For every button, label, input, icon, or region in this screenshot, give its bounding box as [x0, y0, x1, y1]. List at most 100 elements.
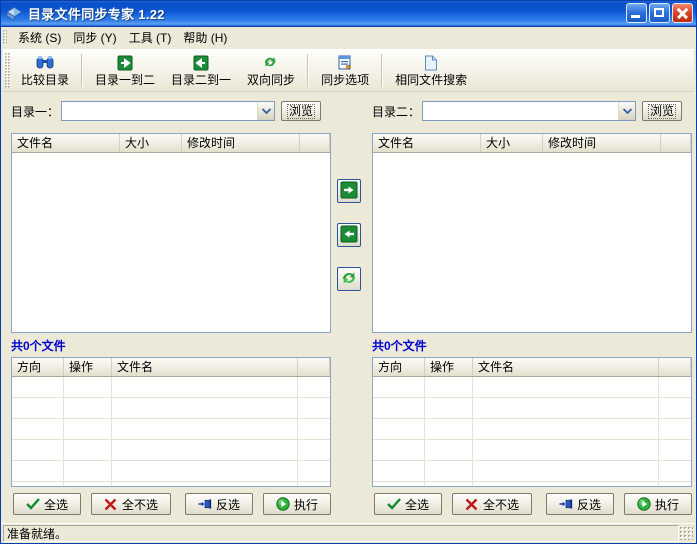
column-header-filename[interactable]: 文件名	[112, 358, 298, 376]
resize-grip-icon[interactable]	[679, 526, 693, 540]
arrow-left-icon	[340, 225, 358, 246]
options-list-icon	[334, 54, 356, 72]
chevron-down-icon[interactable]	[257, 102, 274, 120]
dir-two-operation-list[interactable]: 方向 操作 文件名	[372, 357, 692, 487]
column-header-direction[interactable]: 方向	[12, 358, 64, 376]
table-row[interactable]	[12, 461, 330, 482]
window-title: 目录文件同步专家 1.22	[28, 4, 165, 23]
column-header-size[interactable]: 大小	[120, 134, 182, 152]
column-header-operation[interactable]: 操作	[64, 358, 112, 376]
table-row[interactable]	[12, 398, 330, 419]
copy-left-to-right-button[interactable]	[337, 179, 361, 203]
table-row[interactable]	[12, 419, 330, 440]
toolbar-same-file-search-button[interactable]: 相同文件搜索	[387, 50, 475, 91]
table-row[interactable]	[373, 377, 691, 398]
toolbar-dir-one-to-two-button[interactable]: 目录一到二	[87, 50, 163, 91]
file-list-header: 文件名 大小 修改时间	[373, 134, 691, 153]
pin-icon	[559, 497, 573, 511]
dir-two-execute-button[interactable]: 执行	[624, 493, 692, 515]
sync-refresh-icon	[340, 269, 359, 290]
dir-two-count-label: 共0个文件	[372, 337, 427, 354]
sync-refresh-icon	[260, 54, 282, 72]
menu-sync[interactable]: 同步 (Y)	[67, 27, 122, 48]
dir-one-browse-button[interactable]: 浏览	[281, 101, 321, 121]
column-header-size[interactable]: 大小	[481, 134, 543, 152]
table-row[interactable]	[12, 482, 330, 487]
browse-label: 浏览	[648, 104, 676, 119]
column-header-filename[interactable]: 文件名	[473, 358, 659, 376]
cross-icon	[465, 497, 479, 511]
menu-grip-icon[interactable]	[3, 30, 7, 45]
close-button[interactable]	[672, 3, 693, 23]
column-header-filename[interactable]: 文件名	[12, 134, 120, 152]
dir-two-browse-button[interactable]: 浏览	[642, 101, 682, 121]
dir-one-file-list[interactable]: 文件名 大小 修改时间	[11, 133, 331, 333]
column-header-spare[interactable]	[661, 134, 691, 152]
dir-two-row: 目录二： 浏览	[372, 101, 692, 121]
arrow-right-icon	[114, 54, 136, 72]
dir-one-combo[interactable]	[61, 101, 275, 121]
menu-system[interactable]: 系统 (S)	[12, 27, 67, 48]
file-list-header: 文件名 大小 修改时间	[12, 134, 330, 153]
column-header-mtime[interactable]: 修改时间	[182, 134, 300, 152]
dir-one-deselect-all-button[interactable]: 全不选	[91, 493, 171, 515]
dir-two-combo[interactable]	[422, 101, 636, 121]
file-list-body[interactable]	[12, 153, 330, 333]
toolbar-dir-two-to-one-button[interactable]: 目录二到一	[163, 50, 239, 91]
play-icon	[637, 497, 651, 511]
dir-one-operation-list[interactable]: 方向 操作 文件名	[11, 357, 331, 487]
menu-tools[interactable]: 工具 (T)	[123, 27, 178, 48]
application-window: 目录文件同步专家 1.22 系统 (S) 同步 (Y) 工具 (T) 帮助 (H…	[0, 0, 697, 544]
table-row[interactable]	[373, 398, 691, 419]
arrow-right-icon	[340, 181, 358, 202]
table-row[interactable]	[12, 440, 330, 461]
toolbar-two-way-sync-button[interactable]: 双向同步	[239, 50, 303, 91]
dir-two-invert-selection-button[interactable]: 反选	[546, 493, 614, 515]
column-header-spare[interactable]	[298, 358, 330, 376]
table-row[interactable]	[373, 419, 691, 440]
column-header-spare[interactable]	[300, 134, 330, 152]
table-row[interactable]	[373, 440, 691, 461]
column-header-operation[interactable]: 操作	[425, 358, 473, 376]
operation-list-body[interactable]	[12, 377, 330, 487]
button-label: 全选	[44, 496, 68, 513]
dir-one-invert-selection-button[interactable]: 反选	[185, 493, 253, 515]
dir-one-row: 目录一： 浏览	[11, 101, 331, 121]
column-header-mtime[interactable]: 修改时间	[543, 134, 661, 152]
toolbar-label: 双向同步	[247, 73, 295, 87]
menu-help[interactable]: 帮助 (H)	[177, 27, 233, 48]
table-row[interactable]	[12, 377, 330, 398]
operation-list-body[interactable]	[373, 377, 691, 487]
toolbar-separator	[81, 54, 83, 87]
maximize-button[interactable]	[649, 3, 670, 23]
operation-list-header: 方向 操作 文件名	[12, 358, 330, 377]
button-label: 全不选	[483, 496, 519, 513]
toolbar-sync-options-button[interactable]: 同步选项	[313, 50, 377, 91]
dir-two-deselect-all-button[interactable]: 全不选	[452, 493, 532, 515]
folder-diamond-icon	[5, 5, 23, 23]
column-header-direction[interactable]: 方向	[373, 358, 425, 376]
table-row[interactable]	[373, 482, 691, 487]
two-way-sync-button[interactable]	[337, 267, 361, 291]
dir-one-execute-button[interactable]: 执行	[263, 493, 331, 515]
toolbar-compare-dirs-button[interactable]: 比较目录	[13, 50, 77, 91]
button-label: 执行	[294, 496, 318, 513]
dir-two-select-all-button[interactable]: 全选	[374, 493, 442, 515]
menu-bar: 系统 (S) 同步 (Y) 工具 (T) 帮助 (H)	[1, 27, 696, 48]
check-icon	[387, 497, 401, 511]
file-list-body[interactable]	[373, 153, 691, 333]
chevron-down-icon[interactable]	[618, 102, 635, 120]
dir-one-select-all-button[interactable]: 全选	[13, 493, 81, 515]
column-header-spare[interactable]	[659, 358, 691, 376]
toolbar: 比较目录 目录一到二 目录二到一	[3, 49, 694, 92]
table-row[interactable]	[373, 461, 691, 482]
play-icon	[276, 497, 290, 511]
toolbar-filler	[475, 50, 694, 91]
minimize-button[interactable]	[626, 3, 647, 23]
copy-right-to-left-button[interactable]	[337, 223, 361, 247]
dir-one-label: 目录一：	[11, 103, 59, 120]
dir-two-file-list[interactable]: 文件名 大小 修改时间	[372, 133, 692, 333]
toolbar-grip-icon[interactable]	[5, 53, 10, 88]
column-header-filename[interactable]: 文件名	[373, 134, 481, 152]
button-label: 全不选	[122, 496, 158, 513]
